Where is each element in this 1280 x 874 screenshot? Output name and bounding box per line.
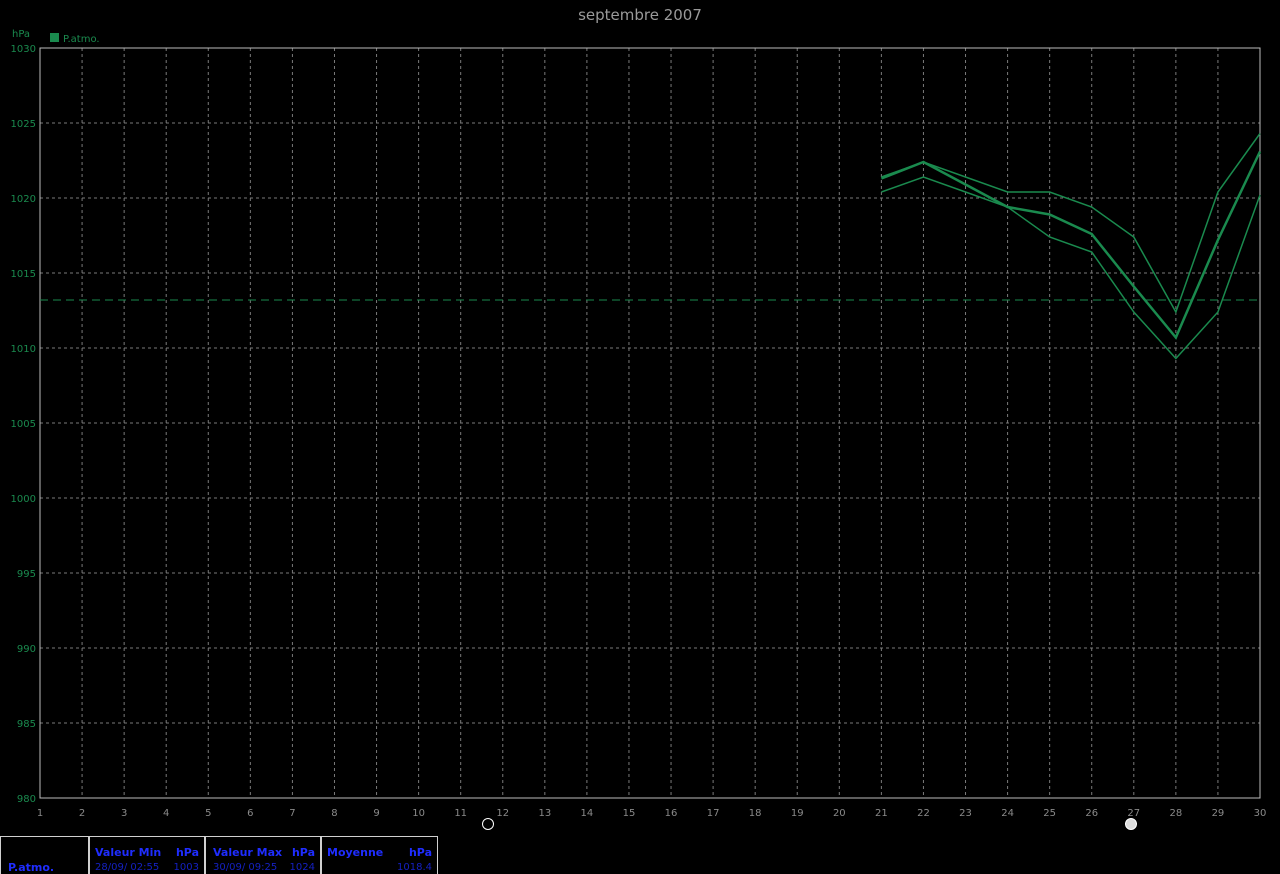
x-tick-label: 25: [1043, 808, 1056, 819]
x-tick-label: 7: [289, 808, 295, 819]
x-tick-label: 14: [581, 808, 594, 819]
x-tick-label: 13: [538, 808, 551, 819]
x-tick-label: 22: [917, 808, 930, 819]
x-tick-label: 20: [833, 808, 846, 819]
x-tick-label: 5: [205, 808, 211, 819]
y-tick-label: 1015: [11, 269, 36, 280]
x-tick-label: 1: [37, 808, 43, 819]
x-tick-label: 17: [707, 808, 720, 819]
x-tick-label: 10: [412, 808, 425, 819]
x-tick-label: 16: [665, 808, 678, 819]
y-tick-label: 1025: [11, 119, 36, 130]
y-tick-label: 995: [17, 569, 36, 580]
y-axis-ticks: 980 985 990 995 1000 1005 1010 1015 1020 1025 1030: [11, 44, 36, 805]
mean-cell: Moyenne hPa 1018.4: [321, 836, 438, 874]
grid: [39, 47, 1261, 799]
full-moon-icon: [1125, 818, 1137, 830]
stats-table: P.atmo. Valeur Min hPa 28/09/ 02:55 1003…: [0, 836, 438, 874]
min-header: Valeur Min: [95, 846, 162, 859]
x-tick-label: 21: [875, 808, 888, 819]
x-tick-label: 24: [1001, 808, 1014, 819]
y-tick-label: 1005: [11, 419, 36, 430]
x-tick-label: 9: [373, 808, 379, 819]
y-tick-label: 1030: [11, 44, 36, 55]
x-tick-label: 30: [1254, 808, 1267, 819]
min-cell: Valeur Min hPa 28/09/ 02:55 1003: [89, 836, 205, 874]
series-line-max: [881, 133, 1261, 314]
x-tick-label: 29: [1212, 808, 1225, 819]
x-tick-label: 18: [749, 808, 762, 819]
y-tick-label: 1010: [11, 344, 36, 355]
x-tick-label: 12: [496, 808, 509, 819]
x-tick-label: 26: [1085, 808, 1098, 819]
min-unit: hPa: [175, 846, 199, 859]
x-tick-label: 8: [331, 808, 337, 819]
max-value: 1024: [289, 862, 315, 873]
x-tick-label: 19: [791, 808, 804, 819]
new-moon-icon: [482, 818, 494, 830]
mean-unit: hPa: [408, 846, 432, 859]
y-tick-label: 1020: [11, 194, 36, 205]
stats-series-label: P.atmo.: [8, 861, 55, 874]
x-tick-label: 23: [959, 808, 972, 819]
x-tick-label: 15: [623, 808, 636, 819]
legend-swatch: [50, 33, 59, 42]
x-tick-label: 3: [121, 808, 127, 819]
min-value: 1003: [173, 862, 199, 873]
y-axis-label: hPa: [12, 29, 30, 40]
max-date: 30/09/ 09:25: [213, 862, 278, 873]
x-tick-label: 11: [454, 808, 467, 819]
y-tick-label: 985: [17, 719, 36, 730]
mean-header: Moyenne: [327, 846, 384, 859]
max-unit: hPa: [291, 846, 315, 859]
x-tick-label: 2: [79, 808, 85, 819]
x-tick-label: 6: [247, 808, 253, 819]
legend-entry: P.atmo.: [63, 34, 100, 45]
pressure-chart: 9809859909951000100510101015102010251030…: [11, 29, 1267, 819]
max-header: Valeur Max: [213, 846, 283, 859]
y-tick-label: 990: [17, 644, 36, 655]
stats-label-cell: P.atmo.: [0, 836, 89, 874]
series-lines: [40, 133, 1262, 360]
series-line-min: [881, 176, 1261, 360]
y-tick-label: 980: [17, 794, 36, 805]
x-axis-ticks: 1 2 3 4 5 6 7 8 9 10 11 12 13 14 15 16 17 18 19 20 21 22 23 24 2…: [37, 808, 1267, 819]
min-date: 28/09/ 02:55: [95, 862, 160, 873]
y-tick-label: 1000: [11, 494, 36, 505]
x-tick-label: 28: [1169, 808, 1182, 819]
max-cell: Valeur Max hPa 30/09/ 09:25 1024: [205, 836, 321, 874]
mean-value: 1018.4: [397, 862, 432, 873]
x-tick-label: 4: [163, 808, 169, 819]
